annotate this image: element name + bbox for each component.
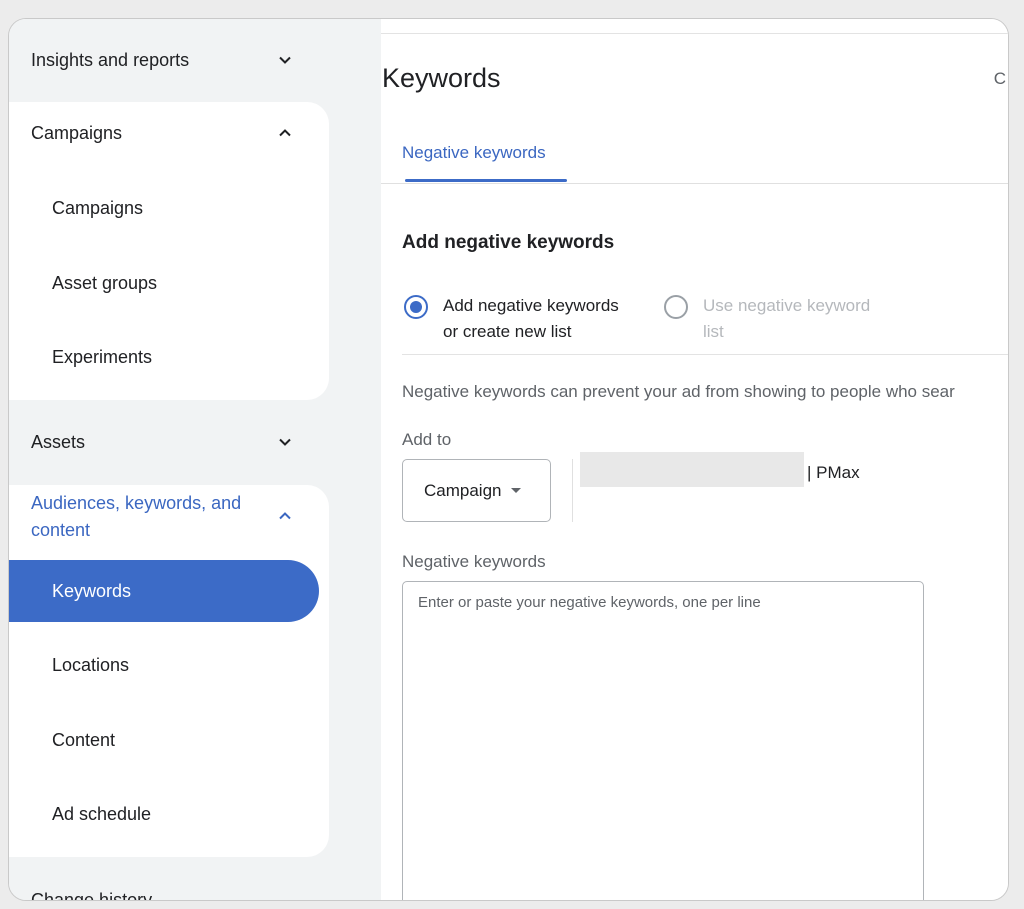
- sidebar-group-insights-and-reports[interactable]: Insights and reports: [9, 41, 339, 79]
- negative-keywords-label: Negative keywords: [402, 552, 546, 571]
- sidebar-group-campaigns: Campaigns Campaigns Asset groups Experim…: [9, 102, 329, 400]
- sidebar-group-assets[interactable]: Assets: [9, 423, 339, 461]
- top-divider: [381, 33, 1008, 34]
- radio-label-line: or create new list: [443, 322, 572, 341]
- sidebar-item-ad-schedule[interactable]: Ad schedule: [9, 783, 319, 845]
- chevron-down-icon: [275, 432, 295, 452]
- sidebar-group-audiences-keywords-content: Audiences, keywords, and content Keyword…: [9, 485, 329, 857]
- sidebar-group-label-line: Audiences, keywords, and: [31, 493, 242, 513]
- radio-label: Use negative keyword list: [703, 293, 870, 345]
- tabs-divider: [381, 183, 1008, 184]
- sidebar-item-campaigns[interactable]: Campaigns: [9, 177, 319, 239]
- truncated-header-text: C: [993, 69, 1006, 88]
- sidebar-item-content[interactable]: Content: [9, 709, 319, 771]
- sidebar-group-label: Audiences, keywords, and content: [31, 490, 241, 544]
- caret-down-icon: [510, 488, 521, 493]
- radio-use-negative-keyword-list[interactable]: Use negative keyword list: [664, 295, 870, 345]
- campaign-name-suffix: | PMax: [807, 463, 860, 482]
- vertical-divider: [572, 459, 573, 522]
- sidebar-item-label: Ad schedule: [52, 803, 152, 824]
- radio-label: Add negative keywords or create new list: [443, 293, 619, 345]
- sidebar-item-label: Campaigns: [52, 197, 144, 218]
- sidebar-item-label: Asset groups: [52, 272, 158, 293]
- add-to-dropdown[interactable]: Campaign: [402, 459, 551, 522]
- sidebar-group-label: Insights and reports: [31, 49, 190, 70]
- help-text: Negative keywords can prevent your ad fr…: [402, 382, 955, 401]
- add-to-label: Add to: [402, 430, 452, 449]
- section-divider: [402, 354, 1008, 355]
- sidebar-group-audiences-header[interactable]: Audiences, keywords, and content: [9, 490, 339, 546]
- active-tab-indicator: [405, 179, 567, 182]
- sidebar-item-label: Content: [52, 729, 116, 750]
- main-content: Keywords C Negative keywords Add negativ…: [381, 19, 1008, 900]
- sidebar-group-label: Assets: [31, 431, 86, 452]
- section-title: Add negative keywords: [402, 232, 615, 253]
- sidebar-group-campaigns-header[interactable]: Campaigns: [9, 102, 339, 164]
- sidebar-item-experiments[interactable]: Experiments: [9, 326, 319, 388]
- radio-label-line: Add negative keywords: [443, 296, 619, 315]
- chevron-down-icon: [275, 50, 295, 70]
- chevron-up-icon: [275, 123, 295, 143]
- redacted-campaign-name: [580, 452, 804, 487]
- sidebar-item-label: Keywords: [52, 580, 132, 601]
- sidebar-item-label: Locations: [52, 654, 130, 675]
- sidebar-item-keywords[interactable]: Keywords: [9, 560, 319, 622]
- sidebar-group-label: Campaigns: [31, 122, 123, 143]
- sidebar-group-change-history[interactable]: Change history: [9, 881, 339, 901]
- negative-keywords-textarea[interactable]: [402, 581, 924, 900]
- sidebar-item-asset-groups[interactable]: Asset groups: [9, 252, 319, 314]
- sidebar: Insights and reports Campaigns Campaigns…: [9, 19, 381, 900]
- sidebar-item-locations[interactable]: Locations: [9, 634, 319, 696]
- radio-unchecked-icon[interactable]: [664, 295, 688, 319]
- app-window: Insights and reports Campaigns Campaigns…: [8, 18, 1009, 901]
- sidebar-group-label-line: content: [31, 520, 91, 540]
- radio-add-negative-keywords[interactable]: Add negative keywords or create new list: [404, 295, 619, 345]
- chevron-up-icon: [275, 506, 295, 526]
- tab-negative-keywords[interactable]: Negative keywords: [402, 143, 546, 163]
- sidebar-group-label: Change history: [31, 889, 153, 901]
- radio-checked-icon[interactable]: [404, 295, 428, 319]
- page-title: Keywords: [382, 63, 501, 93]
- radio-label-line: Use negative keyword: [703, 296, 871, 315]
- radio-label-line: list: [703, 322, 724, 341]
- sidebar-item-label: Experiments: [52, 346, 153, 367]
- dropdown-value: Campaign: [424, 480, 502, 500]
